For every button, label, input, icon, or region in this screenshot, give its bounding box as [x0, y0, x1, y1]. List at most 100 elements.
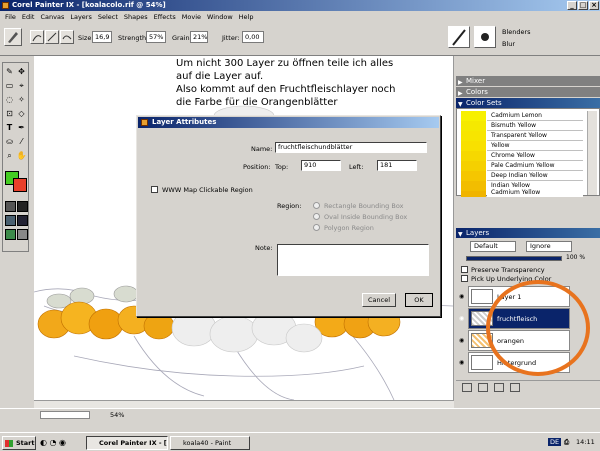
mixer-panel-header[interactable]: ▶ Mixer: [456, 76, 600, 86]
weaving-selector-icon[interactable]: [17, 215, 28, 226]
pattern-selector-icon[interactable]: [5, 215, 16, 226]
brush-tool[interactable]: ✎: [4, 66, 15, 77]
brush-stroke-icon[interactable]: [45, 30, 59, 44]
menu-shapes[interactable]: Shapes: [121, 13, 151, 21]
task-paint[interactable]: koala40 - Paint: [170, 436, 250, 450]
maximize-button[interactable]: □: [578, 1, 588, 10]
app-title-bar: Corel Painter IX - [koalacolo.rif @ 54%]…: [0, 0, 600, 11]
grain-input[interactable]: 21%: [190, 31, 208, 43]
menu-movie[interactable]: Movie: [179, 13, 204, 21]
mask-icon[interactable]: [478, 383, 488, 392]
color-set-scrollbar[interactable]: [587, 111, 597, 195]
menu-file[interactable]: File: [2, 13, 19, 21]
magnifier-tool[interactable]: ⌕: [4, 150, 15, 161]
dropper-tool[interactable]: ✥: [16, 66, 27, 77]
rectangle-select-tool[interactable]: ▭: [4, 80, 15, 91]
colors-panel-header[interactable]: ▶ Colors: [456, 87, 600, 97]
menu-select[interactable]: Select: [95, 13, 121, 21]
color-swatch[interactable]: [461, 141, 486, 151]
start-button[interactable]: Start: [2, 436, 36, 450]
region-oval-radio[interactable]: [313, 213, 320, 220]
www-map-checkbox[interactable]: [151, 186, 158, 193]
color-swatch[interactable]: [461, 171, 486, 181]
text-tool[interactable]: T: [4, 122, 15, 133]
menu-help[interactable]: Help: [236, 13, 257, 21]
composite-method-select[interactable]: Default: [470, 241, 516, 252]
wand-tool[interactable]: ✧: [16, 94, 27, 105]
menu-edit[interactable]: Edit: [19, 13, 38, 21]
gradient-selector-icon[interactable]: [17, 201, 28, 212]
menu-window[interactable]: Window: [204, 13, 236, 21]
brush-category-select[interactable]: Blenders: [500, 27, 594, 37]
tray-icon[interactable]: ⎙: [564, 438, 569, 447]
transform-tool[interactable]: ⌖: [16, 80, 27, 91]
color-swatch[interactable]: [461, 161, 486, 171]
layers-panel-header[interactable]: ▼ Layers: [456, 228, 600, 238]
eye-icon[interactable]: ◉: [459, 337, 464, 344]
secondary-color-swatch[interactable]: [13, 178, 27, 192]
color-name[interactable]: Cadmium Lemon: [487, 111, 583, 121]
color-name[interactable]: Pale Cadmium Yellow: [487, 161, 583, 171]
region-polygon-radio[interactable]: [313, 224, 320, 231]
menu-canvas[interactable]: Canvas: [37, 13, 67, 21]
task-corel-painter[interactable]: Corel Painter IX - [ko...: [86, 436, 168, 450]
crop-tool[interactable]: ⊡: [4, 108, 15, 119]
color-swatch[interactable]: [461, 181, 486, 191]
strength-input[interactable]: 57%: [146, 31, 166, 43]
color-name[interactable]: Deep Indian Yellow: [487, 171, 583, 181]
quicklaunch-icons[interactable]: ◐ ◔ ◉: [40, 438, 66, 447]
brush-reset-icon[interactable]: [30, 30, 44, 44]
size-input[interactable]: 16,9: [92, 31, 112, 43]
color-name[interactable]: Chrome Yellow: [487, 151, 583, 161]
composite-depth-select[interactable]: Ignore: [526, 241, 572, 252]
note-textarea[interactable]: [277, 244, 429, 276]
menu-layers[interactable]: Layers: [67, 13, 95, 21]
top-input[interactable]: 910: [301, 160, 341, 171]
color-sets-panel-header[interactable]: ▼ Color Sets: [456, 98, 600, 108]
color-swatch[interactable]: [461, 151, 486, 161]
brush-selector-icon[interactable]: [448, 26, 470, 48]
brush-variant-icon[interactable]: [474, 26, 496, 48]
color-name[interactable]: Bismuth Yellow: [487, 121, 583, 131]
canvas-horizontal-scrollbar[interactable]: [34, 400, 454, 408]
menu-effects[interactable]: Effects: [151, 13, 179, 21]
shape-tool[interactable]: ◇: [16, 108, 27, 119]
eye-icon[interactable]: ◉: [459, 293, 464, 300]
cancel-button[interactable]: Cancel: [362, 293, 396, 307]
brush-tool-icon[interactable]: [4, 28, 22, 46]
color-swatch[interactable]: [461, 131, 486, 141]
grabber-tool[interactable]: ✋: [16, 150, 27, 161]
color-swatch[interactable]: [461, 121, 486, 131]
zoom-slider[interactable]: [40, 411, 90, 419]
color-swatch[interactable]: [461, 191, 486, 197]
preserve-transparency-checkbox[interactable]: [461, 266, 468, 273]
eye-icon[interactable]: ◉: [459, 315, 464, 322]
close-button[interactable]: ×: [589, 1, 599, 10]
jitter-input[interactable]: 0,00: [242, 31, 264, 43]
new-layer-icon[interactable]: [462, 383, 472, 392]
left-input[interactable]: 181: [377, 160, 417, 171]
minimize-button[interactable]: _: [567, 1, 577, 10]
eyedropper-tool[interactable]: ⁄: [16, 136, 27, 147]
lasso-tool[interactable]: ◌: [4, 94, 15, 105]
paint-bucket-tool[interactable]: ⛀: [4, 136, 15, 147]
brush-freehand-icon[interactable]: [60, 30, 74, 44]
dynamic-plugins-icon[interactable]: [494, 383, 504, 392]
pen-tool[interactable]: ✒: [16, 122, 27, 133]
language-indicator[interactable]: DE: [548, 438, 562, 446]
delete-layer-icon[interactable]: [510, 383, 520, 392]
color-swatch[interactable]: [461, 111, 486, 121]
nozzle-selector-icon[interactable]: [17, 229, 28, 240]
ok-button[interactable]: OK: [405, 293, 433, 307]
eye-icon[interactable]: ◉: [459, 359, 464, 366]
region-rectangle-radio[interactable]: [313, 202, 320, 209]
look-selector-icon[interactable]: [5, 229, 16, 240]
paper-selector-icon[interactable]: [5, 201, 16, 212]
brush-variant-select[interactable]: Blur: [500, 39, 594, 49]
layer-name-input[interactable]: fruchtfleischundblätter: [275, 142, 427, 153]
color-name[interactable]: Transparent Yellow: [487, 131, 583, 141]
pickup-color-checkbox[interactable]: [461, 275, 468, 282]
color-name[interactable]: Yellow: [487, 141, 583, 151]
opacity-slider[interactable]: [466, 256, 562, 261]
color-name[interactable]: Cadmium Yellow: [487, 188, 583, 197]
